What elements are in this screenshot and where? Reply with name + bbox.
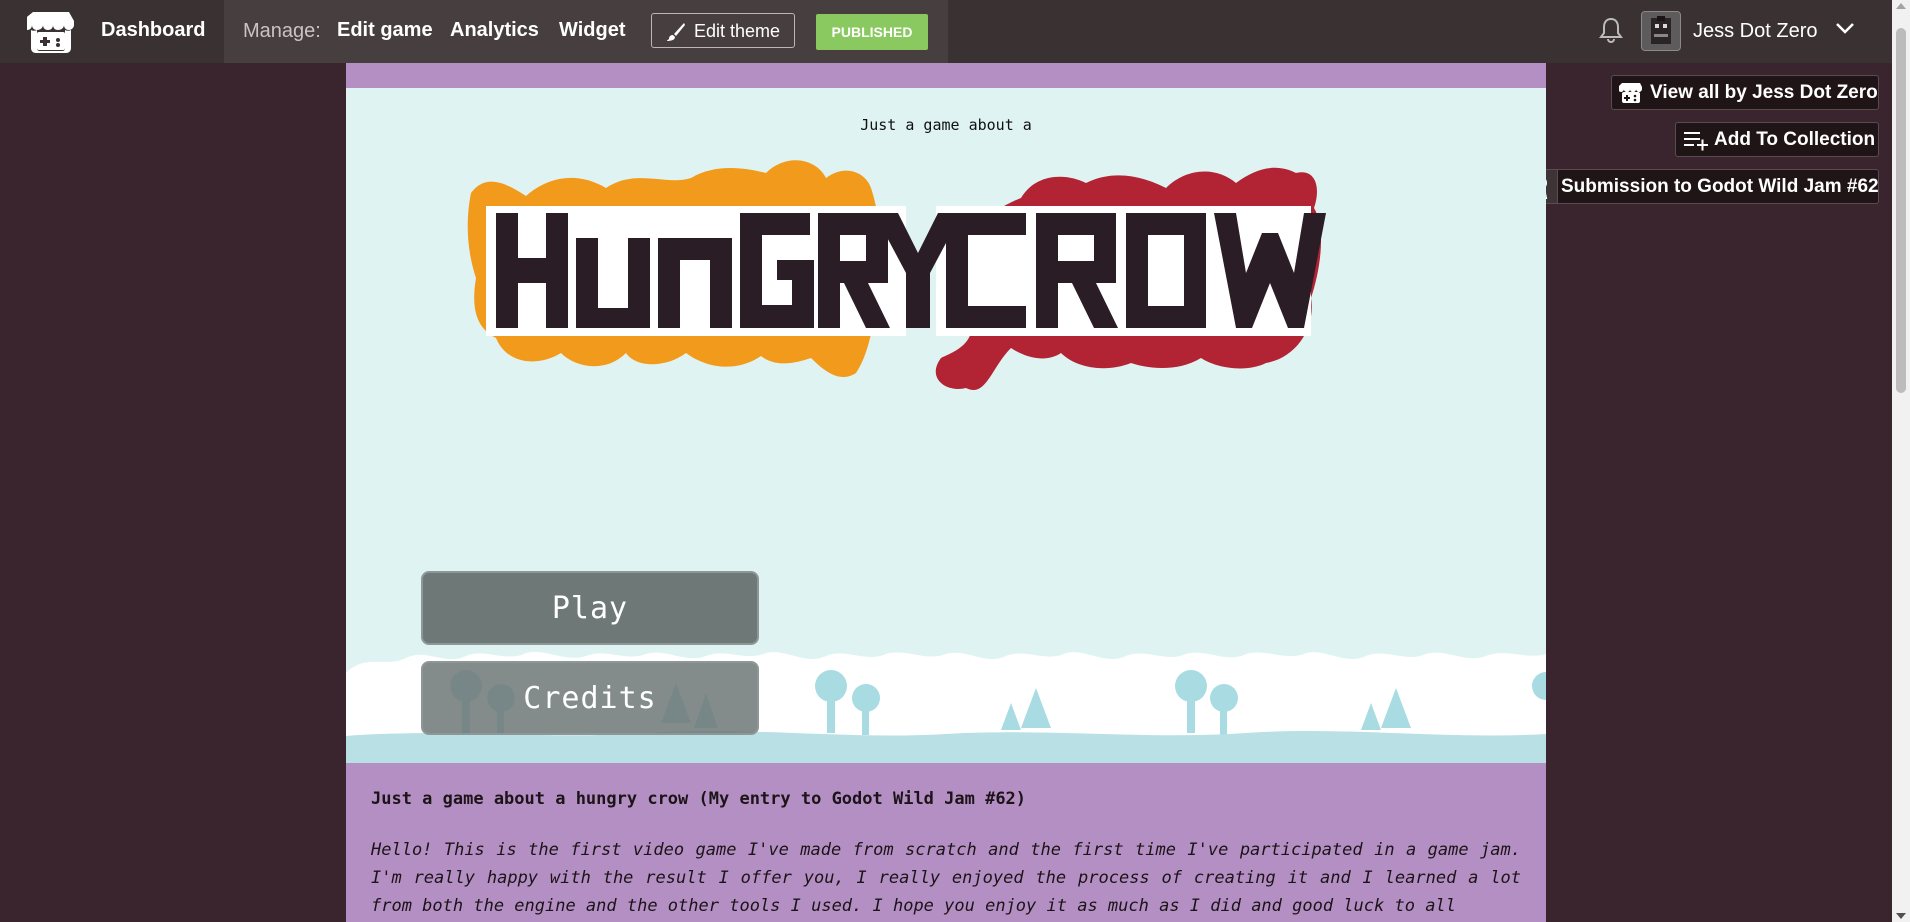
page-scrollbar[interactable]: [1892, 0, 1910, 922]
description-title: Just a game about a hungry crow (My entr…: [371, 789, 1027, 809]
view-all-button[interactable]: View all by Jess Dot Zero: [1611, 75, 1879, 110]
edit-theme-button[interactable]: Edit theme: [651, 13, 795, 48]
game-tagline: Just a game about a: [860, 116, 1032, 134]
view-all-label: View all by Jess Dot Zero: [1650, 82, 1878, 103]
manage-label: Manage:: [243, 20, 321, 42]
game-embed[interactable]: Just a game about a Play Credits: [346, 88, 1546, 763]
game-title-logo: [467, 160, 1326, 390]
top-navbar: Dashboard Manage: Edit game Analytics Wi…: [0, 0, 1892, 63]
dashboard-link[interactable]: Dashboard: [101, 19, 205, 42]
game-column: Just a game about a Play Credits Just a …: [346, 63, 1546, 922]
play-button[interactable]: Play: [421, 571, 759, 645]
description-body: Hello! This is the first video game I've…: [371, 840, 1521, 916]
add-to-collection-button[interactable]: Add To Collection: [1675, 122, 1879, 157]
scroll-up-arrow-icon[interactable]: [1896, 3, 1906, 9]
edit-game-link[interactable]: Edit game: [337, 19, 433, 42]
itchio-logo-icon[interactable]: [27, 10, 75, 53]
published-badge[interactable]: PUBLISHED: [816, 14, 928, 50]
playlist-add-icon: [1684, 132, 1708, 151]
analytics-link[interactable]: Analytics: [450, 19, 539, 42]
scroll-down-arrow-icon[interactable]: [1896, 913, 1906, 919]
controller-icon: [1619, 83, 1642, 103]
avatar-image: [1642, 12, 1680, 50]
bell-icon[interactable]: [1599, 17, 1623, 43]
jam-submission-button[interactable]: Submission to Godot Wild Jam #62: [1522, 169, 1879, 204]
avatar[interactable]: [1641, 11, 1681, 51]
scroll-thumb[interactable]: [1896, 28, 1906, 393]
jam-submission-label: Submission to Godot Wild Jam #62: [1561, 176, 1879, 197]
widget-link[interactable]: Widget: [559, 19, 625, 42]
edit-theme-label: Edit theme: [694, 21, 781, 41]
credits-button[interactable]: Credits: [421, 661, 759, 735]
manage-bar: Manage: Edit game Analytics Widget Edit …: [224, 0, 948, 63]
username[interactable]: Jess Dot Zero: [1693, 20, 1817, 43]
add-to-collection-label: Add To Collection: [1714, 129, 1876, 150]
brush-icon: [667, 23, 685, 41]
chevron-down-icon[interactable]: [1835, 21, 1855, 35]
